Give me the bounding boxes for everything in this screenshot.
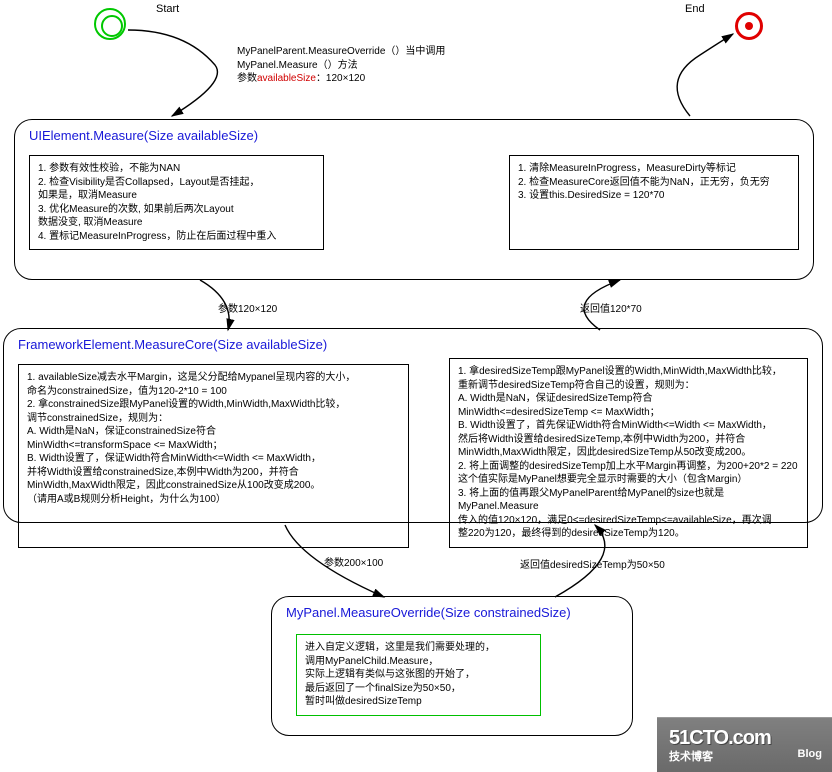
box2-title: FrameworkElement.MeasureCore(Size availa… bbox=[18, 337, 808, 352]
box1-col2: 1. 清除MeasureInProgress，MeasureDirty等标记 2… bbox=[509, 155, 799, 250]
call-line1: MyPanelParent.MeasureOverride（）当中调用 bbox=[237, 45, 445, 59]
box-mypanel-measureoverride: MyPanel.MeasureOverride(Size constrained… bbox=[271, 596, 633, 736]
call-line3: 参数availableSize：120×120 bbox=[237, 72, 445, 86]
arrow-box1-to-end bbox=[677, 34, 733, 116]
call-line2: MyPanel.Measure（）方法 bbox=[237, 59, 445, 73]
call-annotation: MyPanelParent.MeasureOverride（）当中调用 MyPa… bbox=[237, 45, 445, 86]
arrow-start-to-box1 bbox=[128, 30, 217, 116]
end-label: End bbox=[685, 2, 705, 16]
return-50-50: 返回值desiredSizeTemp为50×50 bbox=[520, 556, 665, 571]
return-120-70: 返回值120*70 bbox=[580, 300, 642, 315]
box3-title: MyPanel.MeasureOverride(Size constrained… bbox=[286, 605, 618, 620]
box-uielement-measure: UIElement.Measure(Size availableSize) 1.… bbox=[14, 119, 814, 280]
box-frameworkelement-measurecore: FrameworkElement.MeasureCore(Size availa… bbox=[3, 328, 823, 523]
watermark-brand: 51CTO.com bbox=[669, 727, 832, 750]
box1-title: UIElement.Measure(Size availableSize) bbox=[29, 128, 799, 143]
start-node-icon bbox=[94, 8, 126, 40]
start-label: Start bbox=[156, 2, 179, 16]
watermark: 51CTO.com 技术博客 Blog bbox=[657, 717, 832, 772]
box2-col2: 1. 拿desiredSizeTemp跟MyPanel设置的Width,MinW… bbox=[449, 358, 808, 548]
box3-inner: 进入自定义逻辑，这里是我们需要处理的， 调用MyPanelChild.Measu… bbox=[296, 634, 541, 716]
box1-col1: 1. 参数有效性校验，不能为NAN 2. 检查Visibility是否Colla… bbox=[29, 155, 324, 250]
box2-col1: 1. availableSize减去水平Margin，这是父分配给Mypanel… bbox=[18, 364, 409, 548]
param-120-120: 参数120×120 bbox=[218, 300, 277, 315]
param-200-100: 参数200×100 bbox=[324, 554, 383, 569]
end-node-icon bbox=[735, 12, 763, 40]
watermark-sub: 技术博客 Blog bbox=[669, 748, 832, 764]
